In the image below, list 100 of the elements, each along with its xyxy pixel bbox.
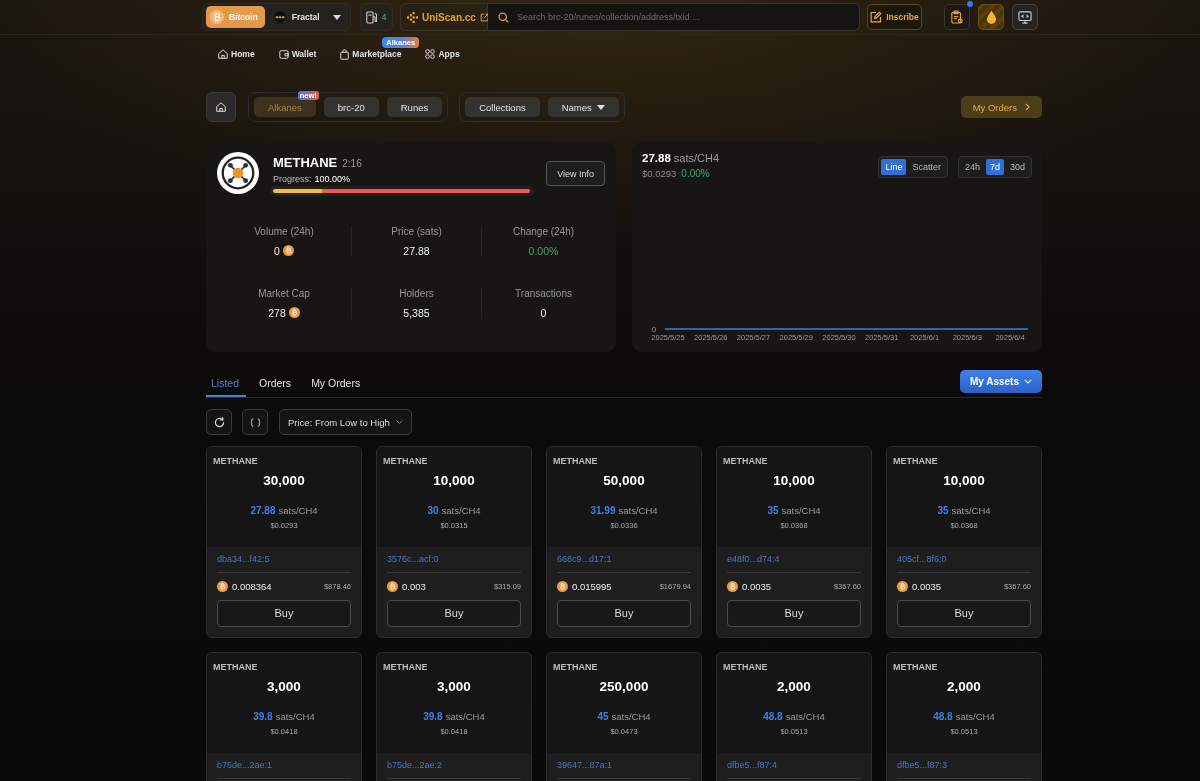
token-amount: 250,000: [599, 679, 649, 694]
btc-amount: 0.015995: [572, 581, 612, 592]
home-icon: [218, 49, 228, 59]
unit-price: 48.8: [763, 711, 783, 722]
clipboard-icon: [951, 10, 963, 24]
price-change: 0.00%: [681, 168, 710, 179]
protocol-tab[interactable]: Runes: [386, 97, 443, 117]
nav-link[interactable]: Apps: [425, 49, 460, 59]
catalog-button[interactable]: Collections: [465, 97, 540, 117]
token-id: 2:16: [342, 158, 362, 169]
token-amount: 10,000: [943, 473, 985, 488]
explorer-link[interactable]: UniScan.cc: [400, 3, 488, 31]
token-amount: 50,000: [603, 473, 645, 488]
buy-button[interactable]: Buy: [387, 600, 521, 627]
token-name: METHANE: [273, 155, 338, 170]
outpoint-link[interactable]: 39647...87a:1: [557, 760, 613, 771]
caret-icon: [596, 104, 605, 110]
token-amount: 10,000: [433, 473, 475, 488]
token-ticker: METHANE: [553, 662, 598, 672]
network-tab[interactable]: Fractal: [268, 6, 327, 28]
btc-amount: 0.0035: [912, 581, 942, 592]
coin-icon: [282, 245, 294, 256]
token-ticker: METHANE: [723, 662, 768, 672]
coin-icon: [897, 581, 908, 592]
listing-tab[interactable]: Orders: [254, 377, 299, 397]
buy-button[interactable]: Buy: [897, 600, 1031, 627]
outpoint-link[interactable]: dba34...f42:5: [217, 554, 270, 565]
catalog-dropdown[interactable]: Names: [547, 97, 619, 117]
pixel-logo-icon: [407, 11, 418, 23]
my-assets-dropdown[interactable]: My Assets: [959, 370, 1042, 393]
my-orders-button[interactable]: My Orders: [960, 96, 1042, 118]
nav-link[interactable]: Marketplace: [340, 48, 402, 60]
axis-tick-label: 0: [651, 325, 657, 334]
code-button[interactable]: [242, 409, 268, 435]
monitor-button[interactable]: [1012, 4, 1038, 30]
outpoint-link[interactable]: b75de...2ae:1: [217, 760, 273, 771]
progress-label: Progress:: [273, 174, 312, 184]
outpoint-link[interactable]: dfbe5...f87:3: [897, 760, 948, 771]
protocol-tab[interactable]: brc-20: [323, 97, 379, 117]
stat-value: 278: [268, 306, 286, 319]
apps-icon: [425, 49, 436, 59]
stat-label: Holders: [399, 288, 434, 299]
gas-fee-button[interactable]: 4: [360, 3, 393, 31]
token-ticker: METHANE: [723, 456, 768, 466]
stat-value: 0: [274, 244, 280, 257]
nav-link[interactable]: Wallet: [278, 49, 317, 59]
unit-price: 35: [767, 505, 779, 516]
refresh-button[interactable]: [206, 409, 232, 435]
chart-type-option[interactable]: Line: [881, 159, 907, 175]
price-unit: sats/CH4: [781, 505, 821, 516]
outpoint-link[interactable]: 3576c...acf:0: [387, 554, 439, 565]
stat-value: 27.88: [403, 244, 430, 257]
unit-price: 30: [427, 505, 439, 516]
gas-pump-icon: [366, 10, 378, 24]
external-link-icon: [479, 12, 489, 22]
brackets-icon: [249, 417, 261, 427]
buy-button[interactable]: Buy: [727, 600, 861, 627]
chart-type-option[interactable]: Scatter: [908, 159, 945, 175]
time-range-option[interactable]: 30d: [1005, 159, 1029, 175]
clipboard-button[interactable]: [944, 4, 970, 30]
token-amount: 10,000: [773, 473, 815, 488]
outpoint-link[interactable]: e48f0...d74:4: [727, 554, 780, 565]
price-unit: sats/CH4: [673, 152, 720, 164]
time-range-option[interactable]: 24h: [960, 159, 984, 175]
price-unit: sats/CH4: [441, 505, 481, 516]
inscribe-button[interactable]: Inscribe: [867, 4, 922, 30]
chevron-down-icon: [1024, 379, 1032, 384]
listing-tab[interactable]: Listed: [206, 377, 247, 397]
price-value: 27.88: [642, 152, 671, 164]
outpoint-link[interactable]: 668c9...d17:1: [557, 554, 612, 565]
buy-button[interactable]: Buy: [557, 600, 691, 627]
token-ticker: METHANE: [553, 456, 598, 466]
outpoint-link[interactable]: b75de...2ae:2: [387, 760, 443, 771]
home-button[interactable]: [206, 92, 236, 122]
unit-price: 39.8: [423, 711, 443, 722]
drop-button[interactable]: [978, 4, 1004, 30]
search-icon: [498, 11, 509, 23]
buy-button[interactable]: Buy: [217, 600, 351, 627]
outpoint-link[interactable]: 405cf...8f6:0: [897, 554, 947, 565]
time-range-option[interactable]: 7d: [985, 159, 1004, 175]
btc-amount: 0.0035: [742, 581, 772, 592]
wallet-icon: [278, 49, 289, 59]
molecule-logo-icon: [217, 152, 259, 194]
sort-dropdown[interactable]: Price: From Low to High: [279, 409, 412, 435]
refresh-icon: [213, 416, 225, 428]
coin-icon: [727, 581, 738, 592]
token-amount: 3,000: [267, 679, 301, 694]
protocol-tab[interactable]: Alkanes: [254, 97, 316, 117]
outpoint-link[interactable]: dfbe5...f87:4: [727, 760, 778, 771]
stat-value: 0: [540, 306, 547, 319]
btc-amount: 0.003: [402, 581, 426, 592]
token-ticker: METHANE: [893, 662, 938, 672]
view-info-button[interactable]: View Info: [546, 161, 605, 186]
price-unit: sats/CH4: [951, 505, 991, 516]
nav-link[interactable]: Home: [218, 49, 255, 59]
listing-tab[interactable]: My Orders: [306, 377, 368, 397]
price-unit: sats/CH4: [955, 711, 995, 722]
caret-icon[interactable]: [333, 14, 341, 20]
stat-label: Price (sats): [391, 226, 442, 237]
search-field[interactable]: Search brc-20/runes/collection/address/txid ...: [488, 3, 860, 31]
